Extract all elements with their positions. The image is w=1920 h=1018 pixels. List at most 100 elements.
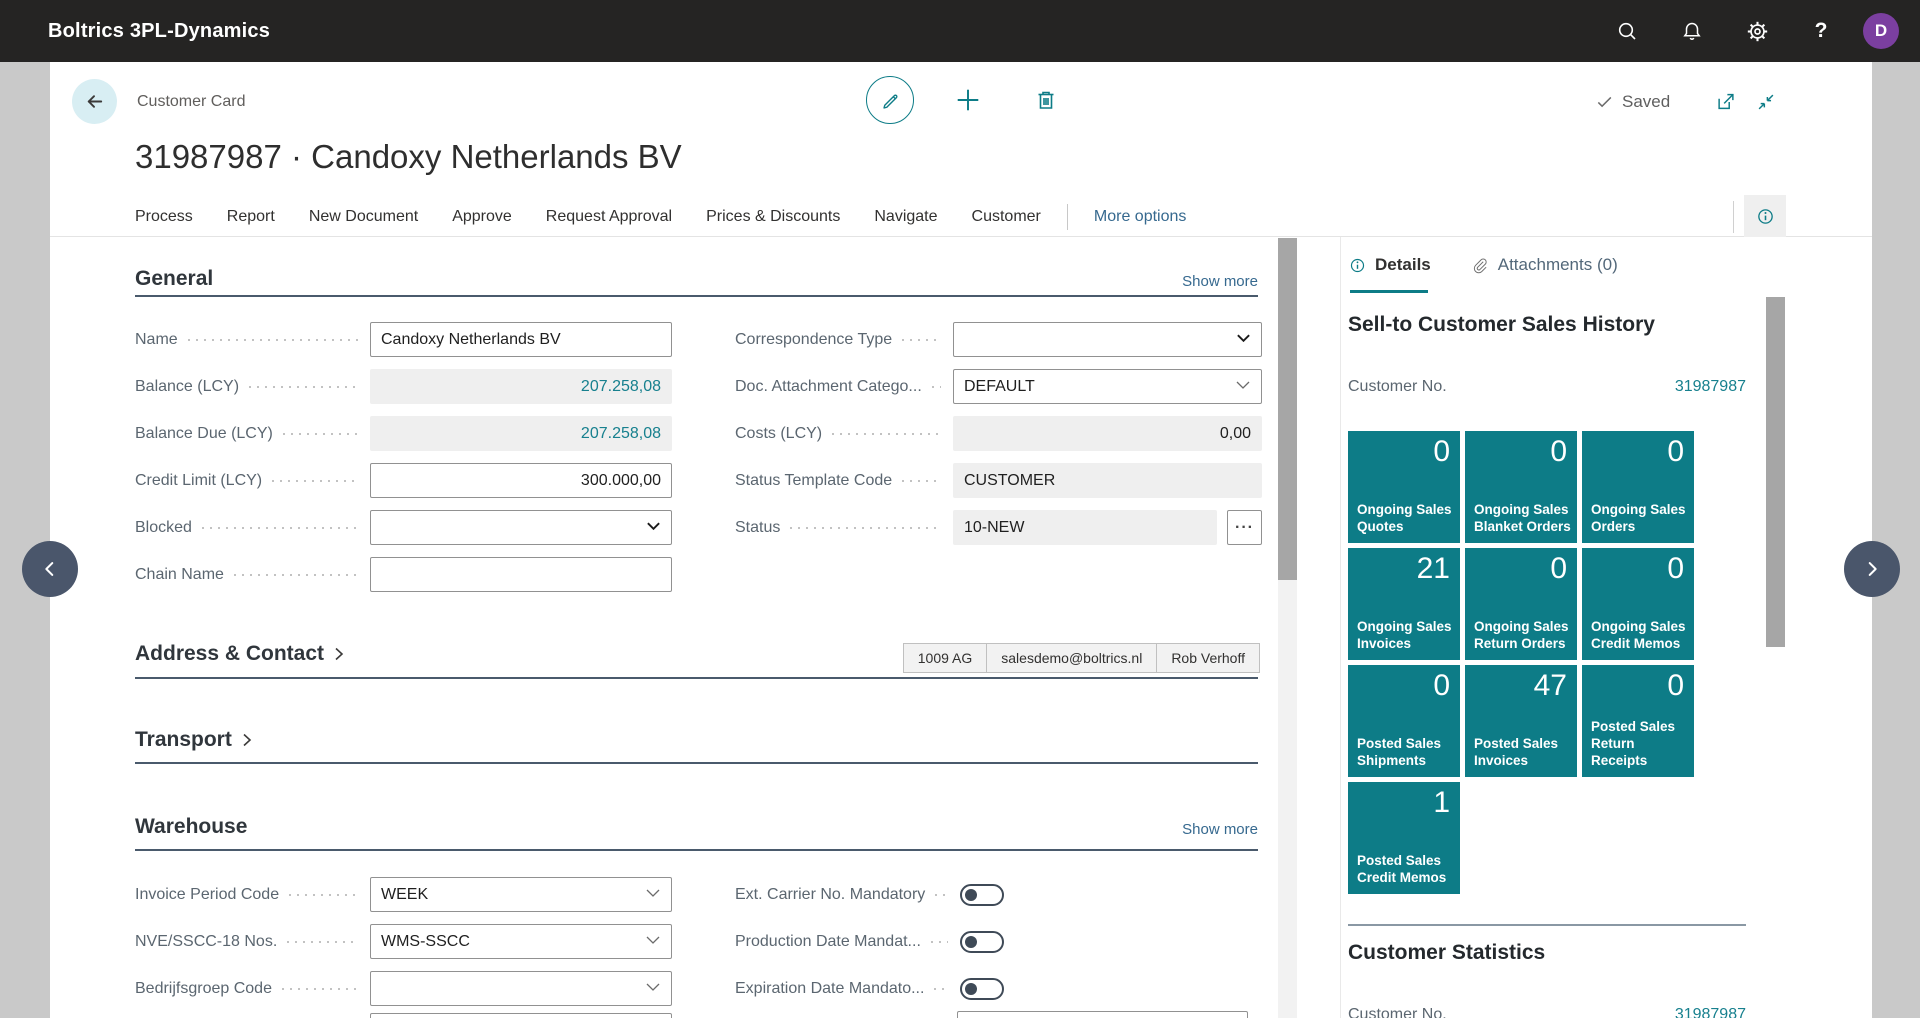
menu-report[interactable]: Report <box>227 208 275 226</box>
menu-customer[interactable]: Customer <box>972 208 1041 226</box>
credit-limit-field[interactable] <box>370 463 672 498</box>
app-title: Boltrics 3PL-Dynamics <box>48 19 271 42</box>
notifications-icon[interactable] <box>1664 19 1720 43</box>
menu-navigate[interactable]: Navigate <box>874 208 937 226</box>
previous-record-button[interactable] <box>22 541 78 597</box>
tile-ongoing-sales-orders[interactable]: 0 Ongoing Sales Orders <box>1582 431 1694 543</box>
tile-posted-sales-shipments[interactable]: 0 Posted Sales Shipments <box>1348 665 1460 777</box>
section-address-contact[interactable]: Address & Contact <box>135 642 346 666</box>
open-in-new-window-icon[interactable] <box>1708 84 1744 120</box>
section-transport[interactable]: Transport <box>135 728 254 752</box>
settings-gear-icon[interactable] <box>1720 19 1794 44</box>
sscc-select[interactable]: WMS-SSCC <box>370 924 672 959</box>
menu-prices-discounts[interactable]: Prices & Discounts <box>706 208 840 226</box>
postcode-chip[interactable]: 1009 AG <box>902 643 988 673</box>
back-button[interactable] <box>72 79 117 124</box>
warehouse-show-more[interactable]: Show more <box>1182 821 1258 838</box>
statistics-customer-no-link[interactable]: 31987987 <box>1675 1006 1746 1018</box>
factbox-scrollbar-thumb[interactable] <box>1766 297 1785 647</box>
saved-label: Saved <box>1622 92 1671 111</box>
edit-button[interactable] <box>866 76 914 124</box>
info-icon <box>1350 258 1365 272</box>
blocked-select[interactable] <box>370 510 672 545</box>
status-template-field: CUSTOMER <box>953 463 1262 498</box>
email-chip[interactable]: salesdemo@boltrics.nl <box>987 643 1158 673</box>
more-options[interactable]: More options <box>1094 208 1187 226</box>
warehouse-rule <box>135 849 1258 851</box>
tile-posted-sales-credit-memos[interactable]: 1 Posted Sales Credit Memos <box>1348 782 1460 894</box>
general-rule <box>135 295 1258 297</box>
chevron-down-icon <box>645 933 661 951</box>
section-general[interactable]: General <box>135 267 213 291</box>
address-summary-chips: 1009 AG salesdemo@boltrics.nl Rob Verhof… <box>902 643 1260 673</box>
breadcrumb[interactable]: Customer Card <box>137 93 245 111</box>
status-template-label: Status Template Code <box>735 471 893 489</box>
tab-details[interactable]: Details <box>1348 255 1431 275</box>
section-warehouse[interactable]: Warehouse <box>135 815 247 839</box>
help-icon[interactable]: ? <box>1794 19 1848 43</box>
menu-process[interactable]: Process <box>135 208 193 226</box>
avatar-wrap: D <box>1848 13 1914 49</box>
production-date-toggle[interactable] <box>960 930 1004 953</box>
minimize-icon[interactable] <box>1748 84 1784 120</box>
blocked-label: Blocked <box>135 518 192 536</box>
ext-carrier-label: Ext. Carrier No. Mandatory <box>735 885 926 903</box>
tile-posted-sales-return-receipts[interactable]: 0 Posted Sales Return Receipts <box>1582 665 1694 777</box>
statistics-customer-no-label: Customer No. <box>1348 1006 1447 1018</box>
factbox-divider <box>1340 237 1341 1018</box>
balance-field[interactable]: 207.258,08 <box>370 369 672 404</box>
ribbon-divider <box>1066 203 1068 230</box>
balance-due-label: Balance Due (LCY) <box>135 424 273 442</box>
menu-new-document[interactable]: New Document <box>309 208 418 226</box>
chevron-down-icon <box>646 519 661 537</box>
status-field: 10-NEW <box>953 510 1217 545</box>
customer-no-link[interactable]: 31987987 <box>1675 378 1746 396</box>
delete-button[interactable] <box>1025 79 1067 121</box>
tile-ongoing-sales-quotes[interactable]: 0 Ongoing Sales Quotes <box>1348 431 1460 543</box>
expiration-date-toggle[interactable] <box>960 977 1004 1000</box>
ext-carrier-toggle[interactable] <box>960 883 1004 906</box>
invoice-period-select[interactable]: WEEK <box>370 877 672 912</box>
tab-attachments[interactable]: Attachments (0) <box>1473 255 1618 275</box>
tile-posted-sales-invoices[interactable]: 47 Posted Sales Invoices <box>1465 665 1577 777</box>
partial-field[interactable] <box>957 1011 1248 1018</box>
status-label: Status <box>735 518 781 536</box>
partial-field[interactable] <box>370 1013 672 1018</box>
factbox-section-rule <box>1348 924 1746 926</box>
top-bar: Boltrics 3PL-Dynamics ? D <box>0 0 1920 62</box>
paperclip-icon <box>1473 258 1487 273</box>
next-record-button[interactable] <box>1844 541 1900 597</box>
chevron-down-icon <box>1236 331 1251 349</box>
tile-ongoing-sales-credit-memos[interactable]: 0 Ongoing Sales Credit Memos <box>1582 548 1694 660</box>
chevron-right-icon <box>335 647 344 661</box>
status-assist-edit-button[interactable]: ··· <box>1227 510 1262 545</box>
active-tab-underline <box>1350 290 1428 293</box>
correspondence-select[interactable] <box>953 322 1262 357</box>
tile-ongoing-sales-return-orders[interactable]: 0 Ongoing Sales Return Orders <box>1465 548 1577 660</box>
doc-attach-select[interactable]: DEFAULT <box>953 369 1262 404</box>
menu-request-approval[interactable]: Request Approval <box>546 208 672 226</box>
page-background: Customer Card Saved 31987987 · Candoxy N… <box>0 62 1920 1018</box>
costs-field: 0,00 <box>953 416 1262 451</box>
avatar[interactable]: D <box>1863 13 1899 49</box>
contact-chip[interactable]: Rob Verhoff <box>1157 643 1260 673</box>
tile-ongoing-sales-invoices[interactable]: 21 Ongoing Sales Invoices <box>1348 548 1460 660</box>
bedrijfsgroep-select[interactable] <box>370 971 672 1006</box>
general-show-more[interactable]: Show more <box>1182 273 1258 290</box>
main-scrollbar-thumb[interactable] <box>1278 238 1297 580</box>
search-icon[interactable] <box>1590 19 1664 43</box>
factbox-info-toggle[interactable] <box>1744 195 1786 237</box>
tile-ongoing-sales-blanket-orders[interactable]: 0 Ongoing Sales Blanket Orders <box>1465 431 1577 543</box>
name-field[interactable] <box>370 322 672 357</box>
address-rule <box>135 677 1258 679</box>
menu-approve[interactable]: Approve <box>452 208 512 226</box>
main-scrollbar-track[interactable] <box>1278 580 1297 1018</box>
topbar-actions: ? D <box>1590 0 1914 62</box>
chain-name-label: Chain Name <box>135 565 224 583</box>
new-button[interactable] <box>947 79 989 121</box>
balance-due-field[interactable]: 207.258,08 <box>370 416 672 451</box>
chevron-down-icon <box>1235 378 1251 396</box>
customer-statistics-heading: Customer Statistics <box>1348 941 1546 964</box>
customer-no-label: Customer No. <box>1348 378 1447 395</box>
chain-name-field[interactable] <box>370 557 672 592</box>
